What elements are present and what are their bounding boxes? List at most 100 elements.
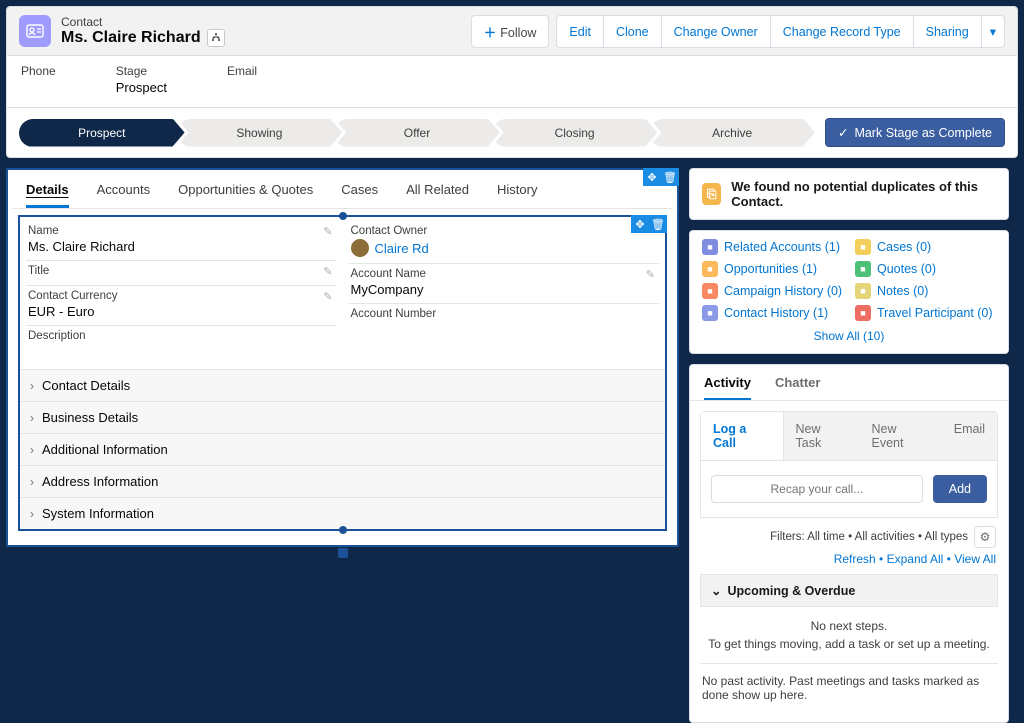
field-owner: Contact Owner Claire Rd	[349, 221, 660, 263]
detail-inner-region: ✥ 🗑 Name Ms. Claire Richard ✎ Title	[18, 215, 667, 531]
activity-card: Activity Chatter Log a Call New Task New…	[689, 364, 1009, 723]
path-stage-closing[interactable]: Closing	[492, 119, 658, 147]
related-icon: ■	[855, 305, 871, 321]
related-icon: ■	[702, 239, 718, 255]
email-label: Email	[227, 64, 257, 78]
chevron-down-icon: ⌄	[711, 583, 721, 598]
edit-icon[interactable]: ✎	[646, 268, 655, 281]
field-name[interactable]: Name Ms. Claire Richard ✎	[26, 221, 337, 260]
gear-icon[interactable]: ⚙	[974, 526, 996, 548]
view-all-link[interactable]: View All	[954, 552, 996, 566]
path-stage-prospect[interactable]: Prospect	[19, 119, 185, 147]
mark-stage-complete-button[interactable]: ✓ Mark Stage as Complete	[825, 118, 1005, 147]
chevron-right-icon: ›	[30, 379, 34, 393]
record-header: Contact Ms. Claire Richard ＋Follow Edit …	[6, 6, 1018, 56]
stage-value: Prospect	[116, 80, 167, 95]
more-actions-button[interactable]: ▾	[981, 15, 1005, 48]
avatar	[351, 239, 369, 257]
related-lists-card: ■Related Accounts (1) ■Cases (0) ■Opportun…	[689, 230, 1009, 354]
field-currency[interactable]: Contact Currency EUR - Euro ✎	[26, 285, 337, 325]
related-item[interactable]: ■Cases (0)	[855, 239, 996, 255]
related-item[interactable]: ■Notes (0)	[855, 283, 996, 299]
path-stage-offer[interactable]: Offer	[334, 119, 500, 147]
edit-icon[interactable]: ✎	[323, 290, 332, 303]
section-address-info[interactable]: ›Address Information	[20, 465, 665, 497]
field-label: Contact Currency	[28, 290, 335, 302]
field-account-number: Account Number	[349, 303, 660, 343]
related-item[interactable]: ■Quotes (0)	[855, 261, 996, 277]
field-value	[28, 277, 335, 281]
field-label: Account Number	[351, 308, 658, 320]
field-label: Contact Owner	[351, 225, 658, 237]
section-business-details[interactable]: ›Business Details	[20, 401, 665, 433]
field-label: Name	[28, 225, 335, 237]
filters-text: Filters: All time • All activities • All…	[770, 531, 968, 543]
tab-chatter[interactable]: Chatter	[775, 375, 821, 400]
contact-icon	[19, 15, 51, 47]
stage-label: Stage	[116, 64, 167, 78]
add-button[interactable]: Add	[933, 475, 987, 503]
delete-icon[interactable]: 🗑	[661, 168, 679, 186]
related-icon: ■	[855, 283, 871, 299]
path-stage-archive[interactable]: Archive	[649, 119, 815, 147]
edit-icon[interactable]: ✎	[323, 265, 332, 278]
pb-bottom-handle[interactable]	[338, 548, 348, 558]
owner-link[interactable]: Claire Rd	[375, 241, 429, 256]
field-label: Title	[28, 265, 335, 277]
expand-all-link[interactable]: Expand All	[887, 552, 944, 566]
tab-opps-quotes[interactable]: Opportunities & Quotes	[178, 182, 313, 208]
no-next-steps: No next steps. To get things moving, add…	[700, 607, 998, 663]
related-item[interactable]: ■Opportunities (1)	[702, 261, 843, 277]
phone-label: Phone	[21, 64, 56, 78]
move-icon[interactable]: ✥	[643, 168, 661, 186]
clone-button[interactable]: Clone	[603, 15, 662, 48]
field-title[interactable]: Title ✎	[26, 260, 337, 285]
edit-button[interactable]: Edit	[556, 15, 604, 48]
follow-button[interactable]: ＋Follow	[471, 15, 550, 48]
subtab-email[interactable]: Email	[942, 412, 997, 460]
field-value: EUR - Euro	[28, 302, 335, 321]
subtab-new-task[interactable]: New Task	[784, 412, 860, 460]
related-icon: ■	[855, 261, 871, 277]
section-additional-info[interactable]: ›Additional Information	[20, 433, 665, 465]
tab-accounts[interactable]: Accounts	[97, 182, 150, 208]
edit-icon[interactable]: ✎	[323, 225, 332, 238]
related-item[interactable]: ■Campaign History (0)	[702, 283, 843, 299]
subtab-new-event[interactable]: New Event	[860, 412, 942, 460]
pb-inner-top-handle[interactable]	[339, 212, 347, 220]
tab-details[interactable]: Details	[26, 182, 69, 208]
tab-all-related[interactable]: All Related	[406, 182, 469, 208]
section-system-info[interactable]: ›System Information	[20, 497, 665, 529]
change-owner-button[interactable]: Change Owner	[661, 15, 771, 48]
field-description[interactable]: Description	[26, 325, 337, 365]
stage-path: Prospect Showing Offer Closing Archive ✓…	[6, 108, 1018, 158]
recap-call-input[interactable]	[711, 475, 923, 503]
tab-history[interactable]: History	[497, 182, 537, 208]
related-icon: ■	[855, 239, 871, 255]
related-item[interactable]: ■Contact History (1)	[702, 305, 843, 321]
refresh-link[interactable]: Refresh	[834, 552, 876, 566]
detail-tabs: Details Accounts Opportunities & Quotes …	[12, 174, 673, 209]
related-item[interactable]: ■Travel Participant (0)	[855, 305, 996, 321]
subtab-log-call[interactable]: Log a Call	[701, 412, 784, 460]
sharing-button[interactable]: Sharing	[913, 15, 982, 48]
check-icon: ✓	[838, 125, 848, 140]
section-contact-details[interactable]: ›Contact Details	[20, 369, 665, 401]
field-value	[28, 342, 335, 361]
hierarchy-icon[interactable]	[207, 29, 225, 47]
show-all-link[interactable]: Show All (10)	[814, 329, 885, 343]
upcoming-overdue-header[interactable]: ⌄ Upcoming & Overdue	[700, 574, 998, 607]
field-account[interactable]: Account Name MyCompany ✎	[349, 263, 660, 303]
duplicate-icon: ⎘	[702, 183, 721, 205]
account-link[interactable]: MyCompany	[351, 280, 658, 299]
tab-cases[interactable]: Cases	[341, 182, 378, 208]
collapsible-sections: ›Contact Details ›Business Details ›Addi…	[20, 369, 665, 529]
chevron-right-icon: ›	[30, 411, 34, 425]
chevron-right-icon: ›	[30, 443, 34, 457]
pb-inner-bottom-handle[interactable]	[339, 526, 347, 534]
related-item[interactable]: ■Related Accounts (1)	[702, 239, 843, 255]
path-stage-showing[interactable]: Showing	[177, 119, 343, 147]
change-record-type-button[interactable]: Change Record Type	[770, 15, 914, 48]
record-type-label: Contact	[61, 15, 225, 29]
tab-activity[interactable]: Activity	[704, 375, 751, 400]
